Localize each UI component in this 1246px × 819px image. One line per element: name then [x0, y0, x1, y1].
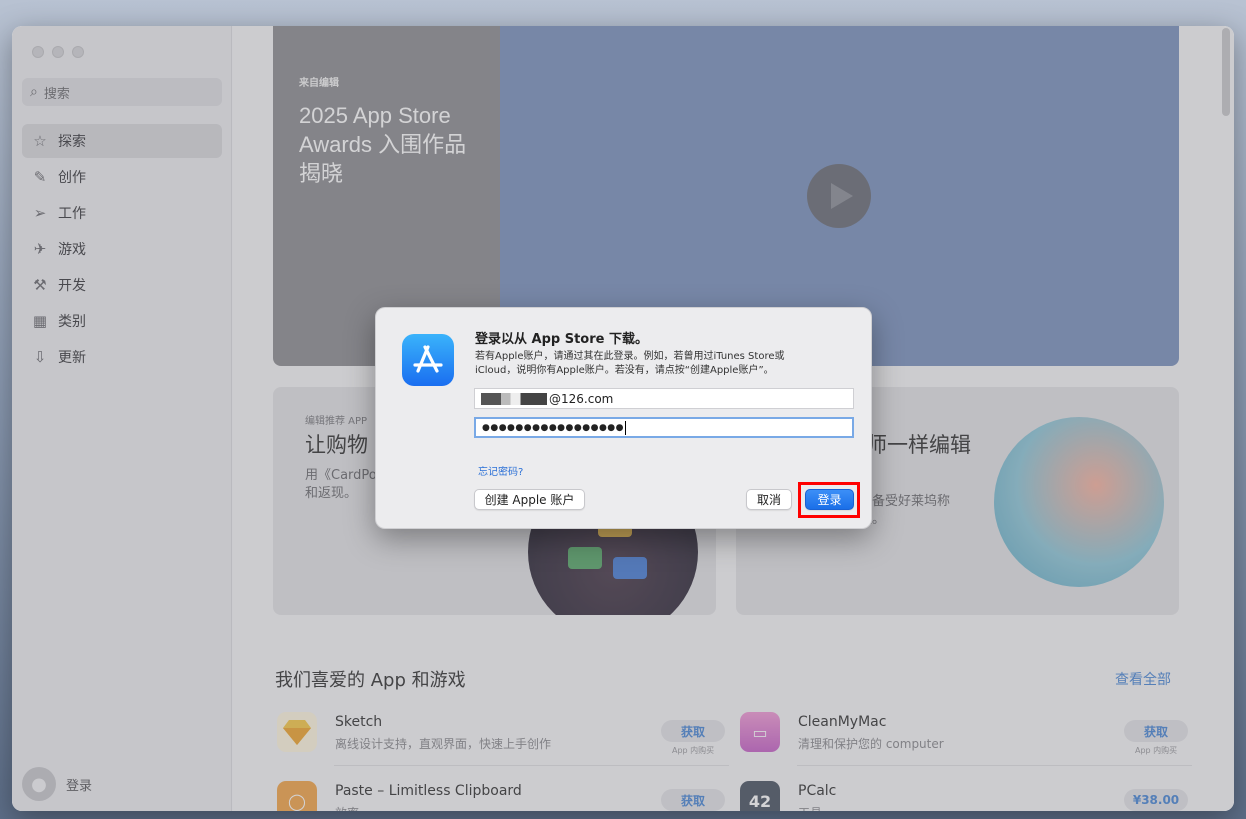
- create-account-button[interactable]: 创建 Apple 账户: [474, 489, 585, 510]
- login-button[interactable]: 登录: [805, 489, 854, 510]
- cancel-button[interactable]: 取消: [746, 489, 792, 510]
- dialog-message: 若有Apple账户，请通过其在此登录。例如，若曾用过iTunes Store或i…: [475, 351, 785, 376]
- email-field[interactable]: @126.com: [474, 388, 854, 409]
- forgot-password-link[interactable]: 忘记密码?: [478, 463, 523, 478]
- dialog-title: 登录以从 App Store 下载。: [475, 332, 648, 347]
- sign-in-dialog: 登录以从 App Store 下载。 若有Apple账户，请通过其在此登录。例如…: [375, 307, 872, 529]
- password-field[interactable]: ●●●●●●●●●●●●●●●●●: [474, 417, 854, 438]
- redacted-text: [481, 392, 547, 405]
- password-mask: ●●●●●●●●●●●●●●●●●: [482, 422, 625, 433]
- app-store-icon: [402, 334, 454, 386]
- text-caret: [625, 420, 627, 435]
- email-suffix: @126.com: [549, 391, 614, 406]
